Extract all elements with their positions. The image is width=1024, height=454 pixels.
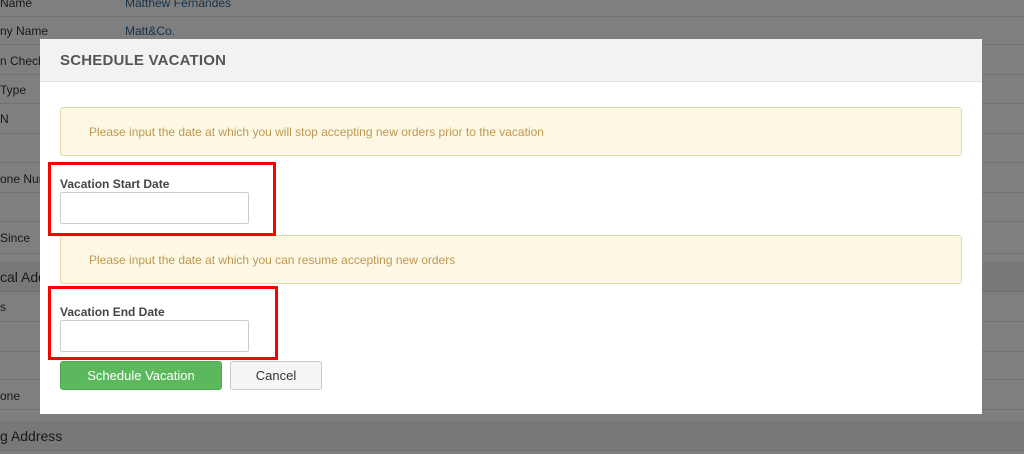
modal-title: SCHEDULE VACATION [60, 52, 227, 69]
end-date-label: Vacation End Date [60, 305, 165, 319]
schedule-vacation-button[interactable]: Schedule Vacation [60, 361, 222, 390]
start-date-notice-text: Please input the date at which you will … [89, 125, 544, 139]
end-date-input[interactable] [60, 320, 249, 352]
page: Name Matthew Fernandes ny Name Matt&Co. … [0, 0, 1024, 454]
start-date-notice: Please input the date at which you will … [60, 107, 962, 156]
end-date-notice: Please input the date at which you can r… [60, 235, 962, 284]
start-date-label: Vacation Start Date [60, 177, 170, 191]
start-date-input[interactable] [60, 192, 249, 224]
schedule-vacation-modal: SCHEDULE VACATION Please input the date … [40, 39, 982, 414]
end-date-notice-text: Please input the date at which you can r… [89, 253, 456, 267]
cancel-button[interactable]: Cancel [230, 361, 322, 390]
modal-header: SCHEDULE VACATION [40, 39, 982, 82]
